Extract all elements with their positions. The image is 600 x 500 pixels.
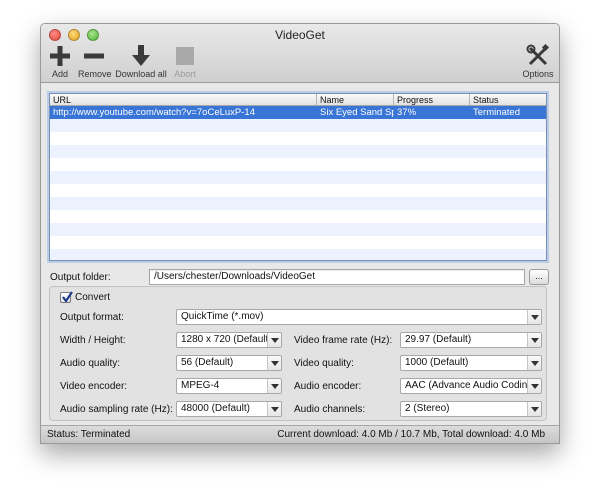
output-format-select[interactable]: QuickTime (*.mov) (176, 309, 542, 325)
output-folder-label: Output folder: (50, 272, 111, 283)
remove-button[interactable]: Remove (78, 44, 112, 79)
video-quality-select[interactable]: 1000 (Default) (400, 355, 542, 371)
chevron-down-icon (527, 310, 541, 324)
stop-square-icon (172, 44, 198, 68)
download-summary: Current download: 4.0 Mb / 10.7 Mb, Tota… (277, 429, 545, 440)
empty-row (50, 119, 546, 132)
sampling-rate-value: 48000 (Default) (181, 403, 250, 414)
add-button[interactable]: Add (49, 44, 71, 79)
output-format-label: Output format: (60, 312, 124, 323)
frame-rate-label: Video frame rate (Hz): (294, 335, 393, 346)
column-header-url[interactable]: URL (50, 94, 317, 105)
frame-rate-select[interactable]: 29.97 (Default) (400, 332, 542, 348)
column-header-status[interactable]: Status (470, 94, 546, 105)
empty-row (50, 132, 546, 145)
table-header: URL Name Progress Status (50, 94, 546, 106)
audio-encoder-select[interactable]: AAC (Advance Audio Coding) (400, 378, 542, 394)
status-bar: Status: Terminated Current download: 4.0… (41, 425, 559, 443)
video-encoder-value: MPEG-4 (181, 380, 220, 391)
chevron-down-icon (527, 402, 541, 416)
audio-encoder-value: AAC (Advance Audio Coding) (405, 380, 537, 391)
empty-row (50, 171, 546, 184)
audio-channels-label: Audio channels: (294, 404, 366, 415)
chevron-down-icon (267, 379, 281, 393)
audio-quality-select[interactable]: 56 (Default) (176, 355, 282, 371)
toolbar: VideoGet Add Remove Download all Abort O… (41, 24, 559, 83)
empty-row (50, 184, 546, 197)
video-encoder-label: Video encoder: (60, 381, 128, 392)
table-body: http://www.youtube.com/watch?v=7oCeLuxP-… (50, 106, 546, 260)
frame-rate-value: 29.97 (Default) (405, 334, 472, 345)
empty-row (50, 197, 546, 210)
chevron-down-icon (527, 379, 541, 393)
convert-label: Convert (75, 292, 111, 303)
output-format-value: QuickTime (*.mov) (181, 311, 264, 322)
tools-icon (521, 44, 555, 68)
width-height-select[interactable]: 1280 x 720 (Default) (176, 332, 282, 348)
width-height-label: Width / Height: (60, 335, 126, 346)
remove-label: Remove (78, 69, 112, 79)
download-all-button[interactable]: Download all (115, 44, 167, 79)
audio-quality-label: Audio quality: (60, 358, 121, 369)
convert-checkbox[interactable] (60, 291, 73, 303)
convert-group: Convert Output format: QuickTime (*.mov)… (49, 286, 547, 421)
video-encoder-select[interactable]: MPEG-4 (176, 378, 282, 394)
empty-row (50, 158, 546, 171)
row-status: Terminated (473, 107, 520, 118)
browse-folder-button[interactable]: ... (529, 269, 549, 285)
download-arrow-icon (115, 44, 167, 68)
abort-button[interactable]: Abort (172, 44, 198, 79)
window-title: VideoGet (275, 28, 325, 42)
audio-quality-value: 56 (Default) (181, 357, 234, 368)
sampling-rate-label: Audio sampling rate (Hz): (60, 404, 173, 415)
app-window: VideoGet Add Remove Download all Abort O… (40, 23, 560, 444)
abort-label: Abort (174, 69, 196, 79)
chevron-down-icon (267, 356, 281, 370)
options-button[interactable]: Options (521, 44, 555, 79)
empty-row (50, 210, 546, 223)
output-folder-field[interactable]: /Users/chester/Downloads/VideoGet (149, 269, 525, 285)
empty-row (50, 236, 546, 249)
plus-icon (49, 44, 71, 68)
downloads-table[interactable]: URL Name Progress Status http://www.yout… (49, 93, 547, 261)
chevron-down-icon (267, 333, 281, 347)
video-quality-value: 1000 (Default) (405, 357, 469, 368)
sampling-rate-select[interactable]: 48000 (Default) (176, 401, 282, 417)
column-header-name[interactable]: Name (317, 94, 394, 105)
row-url: http://www.youtube.com/watch?v=7oCeLuxP-… (53, 107, 255, 118)
width-height-value: 1280 x 720 (Default) (181, 334, 272, 345)
table-row[interactable]: http://www.youtube.com/watch?v=7oCeLuxP-… (50, 106, 546, 119)
checkmark-icon (62, 291, 73, 303)
download-all-label: Download all (115, 69, 167, 79)
options-label: Options (522, 69, 554, 79)
row-name: Six Eyed Sand Spi (320, 107, 394, 118)
chevron-down-icon (267, 402, 281, 416)
audio-encoder-label: Audio encoder: (294, 381, 362, 392)
audio-channels-select[interactable]: 2 (Stereo) (400, 401, 542, 417)
chevron-down-icon (527, 356, 541, 370)
audio-channels-value: 2 (Stereo) (405, 403, 450, 414)
video-quality-label: Video quality: (294, 358, 354, 369)
column-header-progress[interactable]: Progress (394, 94, 470, 105)
row-progress: 37% (397, 107, 417, 118)
empty-row (50, 249, 546, 260)
add-label: Add (51, 69, 68, 79)
empty-row (50, 223, 546, 236)
empty-row (50, 145, 546, 158)
status-text: Status: Terminated (47, 429, 131, 440)
minus-icon (78, 44, 110, 68)
chevron-down-icon (527, 333, 541, 347)
